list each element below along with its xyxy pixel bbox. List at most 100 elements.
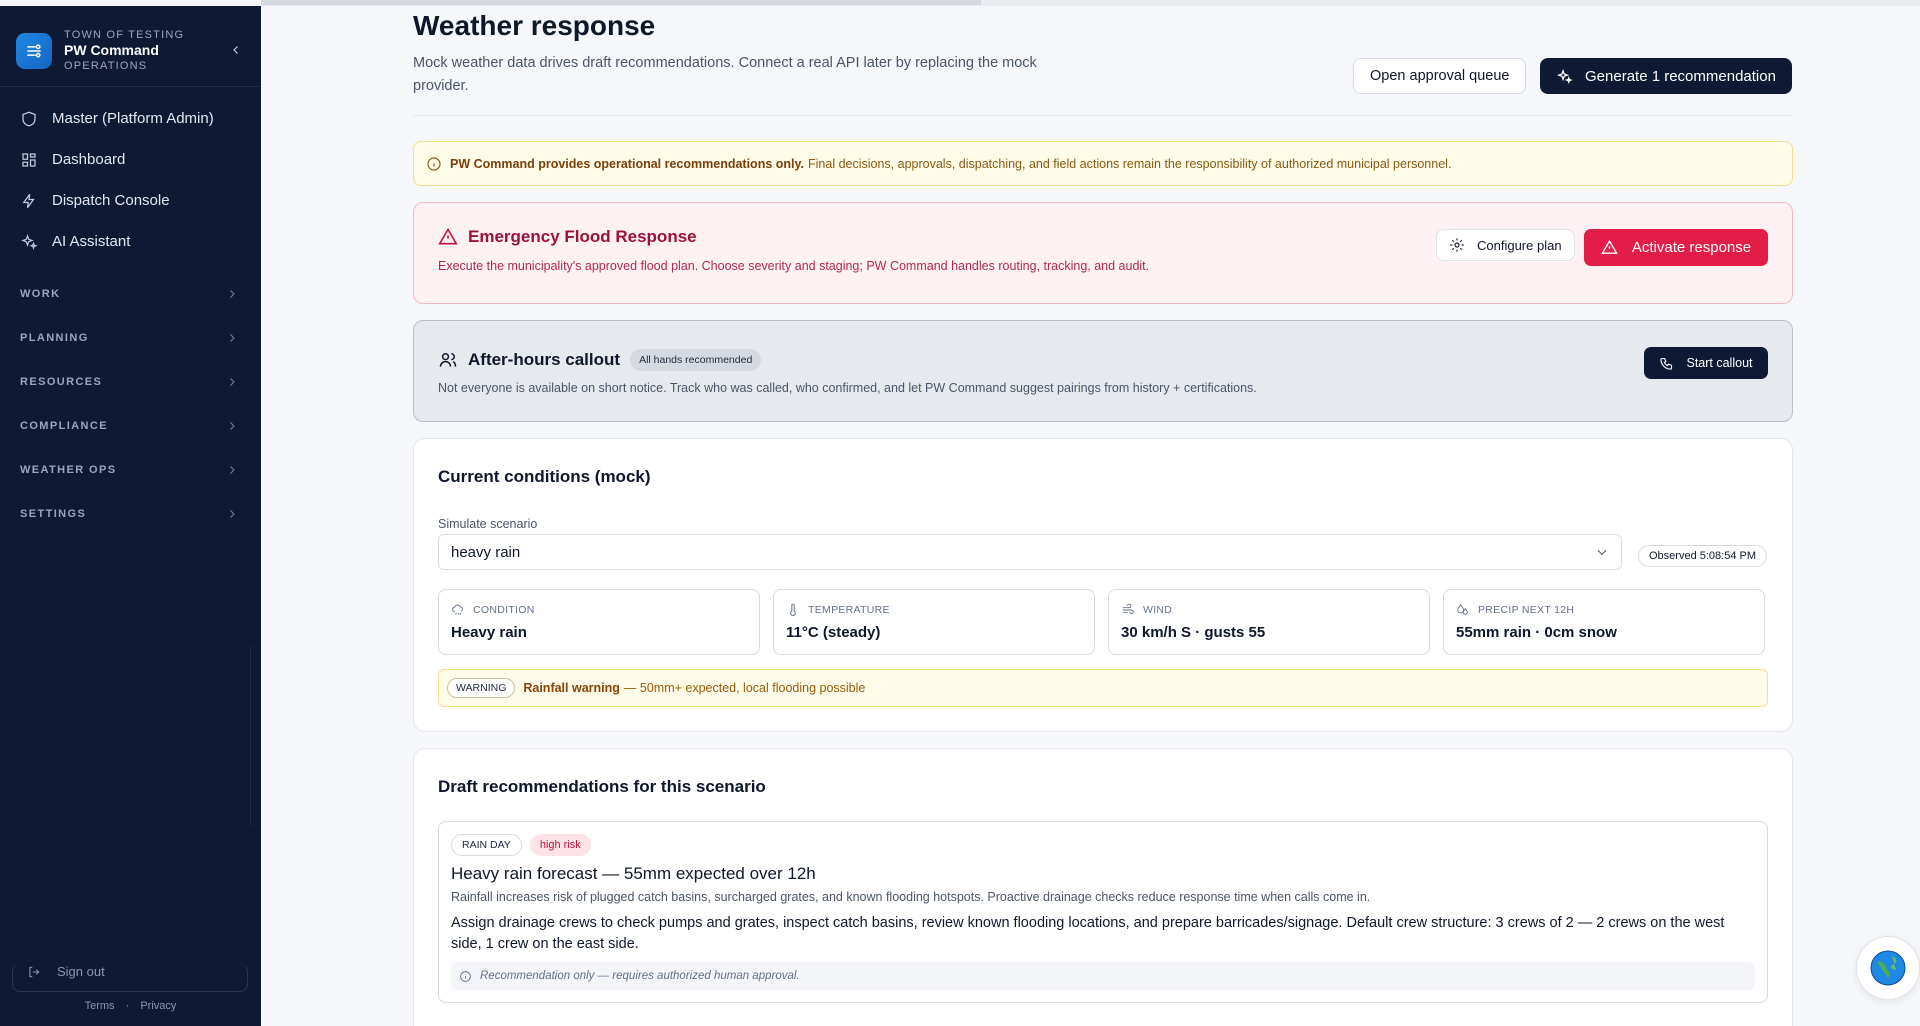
flood-response-panel: Emergency Flood Response Execute the mun… — [413, 202, 1793, 304]
sidebar-group-resources[interactable]: RESOURCES — [10, 360, 250, 404]
header-divider — [413, 115, 1793, 116]
globe-icon — [1870, 950, 1906, 986]
droplets-icon — [1457, 603, 1468, 615]
sidebar-groups: WORK PLANNING RESOURCES COMPLIANCE WEATH… — [10, 272, 250, 536]
horizontal-scrollbar[interactable] — [261, 0, 1920, 6]
notice-bold: PW Command provides operational recommen… — [450, 156, 804, 171]
info-icon — [460, 970, 471, 982]
assistant-globe-button[interactable] — [1856, 936, 1920, 1000]
metric-label: PRECIP NEXT 12H — [1478, 604, 1575, 616]
configure-plan-label: Configure plan — [1477, 237, 1562, 253]
privacy-link[interactable]: Privacy — [140, 1000, 176, 1012]
warning-badge: WARNING — [447, 678, 516, 698]
metric-value: 30 km/h S · gusts 55 — [1121, 624, 1266, 641]
terms-link[interactable]: Terms — [85, 1000, 115, 1012]
sparkles-icon — [1556, 68, 1573, 84]
sidebar-item-label: Dashboard — [52, 151, 126, 168]
group-label: PLANNING — [20, 332, 89, 344]
rainfall-warning: WARNING Rainfall warning — 50mm+ expecte… — [438, 669, 1768, 707]
chevron-right-icon — [230, 466, 235, 474]
chevron-right-icon — [230, 290, 235, 298]
group-label: RESOURCES — [20, 376, 103, 388]
metric-condition: CONDITION Heavy rain — [438, 589, 760, 655]
sparkles-icon — [21, 233, 38, 250]
users-icon — [439, 353, 457, 367]
sidebar-group-settings[interactable]: SETTINGS — [10, 492, 250, 536]
collapse-sidebar-button[interactable] — [226, 40, 246, 60]
metric-precip: PRECIP NEXT 12H 55mm rain · 0cm snow — [1443, 589, 1765, 655]
sidebar-group-weather-ops[interactable]: WEATHER OPS — [10, 448, 250, 492]
flood-title-text: Emergency Flood Response — [468, 227, 697, 246]
chevron-right-icon — [230, 378, 235, 386]
generate-button-label: Generate 1 recommendation — [1585, 67, 1776, 85]
sidebar-item-master[interactable]: Master (Platform Admin) — [10, 98, 250, 139]
sidebar: TOWN OF TESTING PW Command OPERATIONS Ma… — [0, 6, 261, 1026]
chevron-right-icon — [230, 334, 235, 342]
callout-title: After-hours callout All hands recommende… — [438, 349, 762, 371]
approval-note-text: Recommendation only — requires authorize… — [480, 970, 800, 982]
scenario-select[interactable]: heavy rain — [438, 534, 1622, 570]
start-callout-button[interactable]: Start callout — [1644, 347, 1768, 379]
metric-label: CONDITION — [473, 604, 535, 616]
grid-icon — [22, 152, 36, 167]
thermometer-icon — [790, 603, 796, 616]
sidebar-group-work[interactable]: WORK — [10, 272, 250, 316]
observed-time-badge: Observed 5:08:54 PM — [1638, 545, 1768, 567]
brand-sub: OPERATIONS — [64, 59, 148, 72]
sidebar-item-ai-assistant[interactable]: AI Assistant — [10, 221, 250, 262]
gear-icon — [1450, 238, 1464, 252]
metric-label: WIND — [1143, 604, 1173, 616]
warning-bold: Rainfall warning — [523, 681, 620, 695]
callout-description: Not everyone is available on short notic… — [438, 381, 1257, 395]
legal-links: Terms · Privacy — [0, 1000, 261, 1012]
brand-town: TOWN OF TESTING — [64, 28, 185, 41]
brand-name: PW Command — [64, 42, 159, 59]
sign-out-button[interactable]: Sign out — [12, 964, 248, 992]
sidebar-group-planning[interactable]: PLANNING — [10, 316, 250, 360]
scrollbar-thumb[interactable] — [261, 0, 981, 5]
sidebar-divider — [0, 86, 261, 87]
alert-triangle-icon — [438, 227, 458, 245]
sidebar-item-dashboard[interactable]: Dashboard — [10, 139, 250, 180]
rain-day-tag: RAIN DAY — [451, 834, 522, 856]
configure-plan-button[interactable]: Configure plan — [1436, 229, 1575, 261]
draft-recommendations-card: Draft recommendations for this scenario … — [413, 748, 1793, 1026]
sidebar-edge-line — [250, 646, 251, 826]
legal-separator: · — [125, 1000, 130, 1012]
phone-icon — [1660, 357, 1673, 370]
metric-value: 11°C (steady) — [786, 624, 881, 641]
sidebar-group-compliance[interactable]: COMPLIANCE — [10, 404, 250, 448]
activate-response-button[interactable]: Activate response — [1584, 229, 1768, 266]
recommendation-item[interactable]: RAIN DAY high risk Heavy rain forecast —… — [438, 821, 1768, 1003]
sidebar-item-dispatch[interactable]: Dispatch Console — [10, 180, 250, 221]
chevron-right-icon — [230, 422, 235, 430]
open-approval-queue-button[interactable]: Open approval queue — [1353, 58, 1527, 94]
current-conditions-card: Current conditions (mock) Simulate scena… — [413, 438, 1793, 732]
callout-title-text: After-hours callout — [468, 350, 621, 369]
risk-badge: high risk — [529, 834, 591, 856]
approval-note: Recommendation only — requires authorize… — [451, 962, 1755, 990]
sidebar-item-label: AI Assistant — [52, 233, 131, 250]
brand[interactable]: TOWN OF TESTING PW Command OPERATIONS — [16, 26, 246, 76]
generate-recommendation-button[interactable]: Generate 1 recommendation — [1540, 58, 1792, 94]
cloud-rain-icon — [452, 604, 464, 615]
start-callout-label: Start callout — [1686, 356, 1753, 370]
all-hands-badge: All hands recommended — [630, 349, 762, 371]
activate-response-label: Activate response — [1631, 239, 1752, 256]
shield-icon — [22, 111, 36, 126]
bolt-icon — [22, 193, 35, 208]
sign-out-label: Sign out — [57, 964, 105, 979]
sidebar-nav: Master (Platform Admin) Dashboard Dispat… — [10, 98, 250, 262]
sidebar-item-label: Dispatch Console — [52, 192, 170, 209]
metric-value: 55mm rain · 0cm snow — [1456, 624, 1617, 641]
wind-icon — [1122, 603, 1134, 614]
page-title: Weather response — [413, 10, 656, 41]
info-icon — [427, 156, 441, 171]
notice-text: Final decisions, approvals, dispatching,… — [808, 156, 1452, 171]
scenario-label: Simulate scenario — [438, 517, 538, 531]
chevron-right-icon — [230, 510, 235, 518]
logout-icon — [29, 966, 40, 977]
group-label: WEATHER OPS — [20, 464, 117, 476]
page-description: Mock weather data drives draft recommend… — [413, 55, 1037, 94]
conditions-title: Current conditions (mock) — [438, 467, 651, 486]
